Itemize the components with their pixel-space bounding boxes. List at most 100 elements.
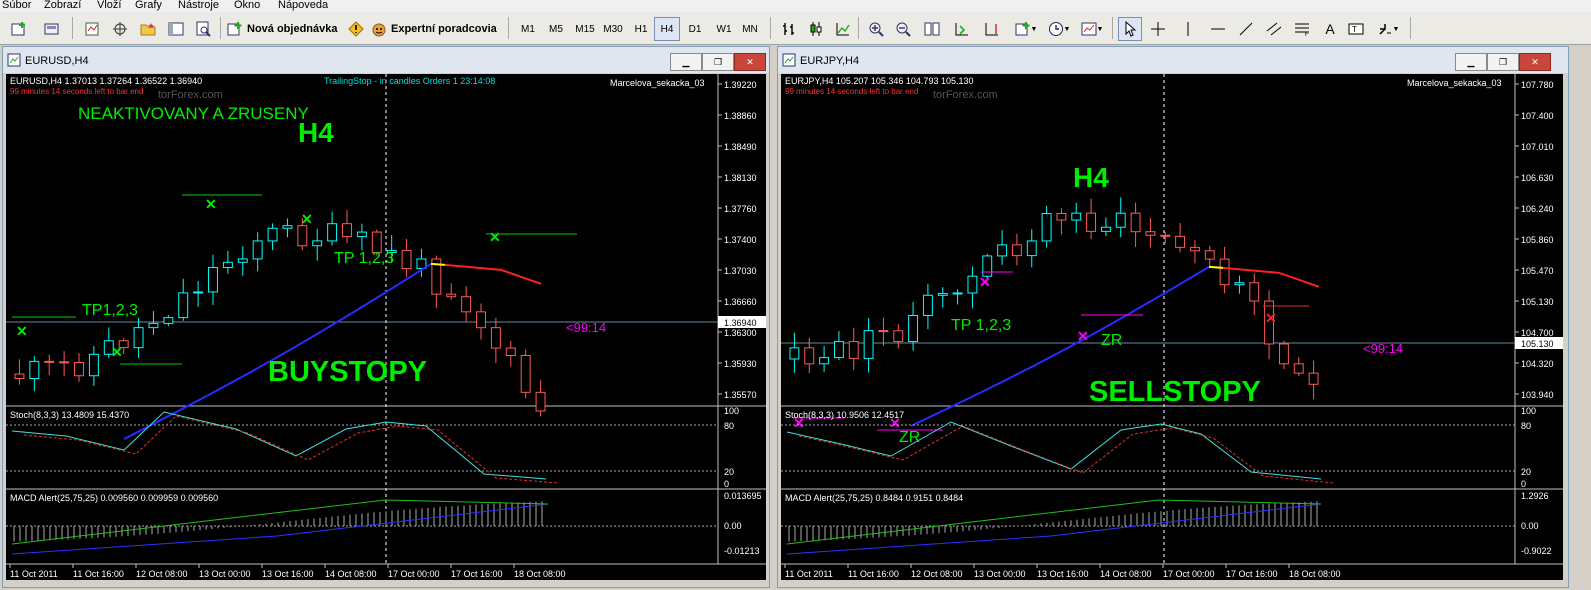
chart-shift-button[interactable] [980, 17, 1004, 41]
candle-body [520, 355, 531, 393]
strategy-tester-button[interactable] [192, 17, 216, 41]
cursor-tool-button[interactable] [1118, 17, 1142, 41]
stoch-label: Stoch(8,3,3) 13.4809 15.4370 [10, 410, 129, 420]
menu-insert[interactable]: Vloží [97, 0, 121, 11]
price-tick-label: 103.940 [1521, 390, 1554, 400]
candle-body [1293, 363, 1304, 374]
watermark: torForex.com [933, 89, 998, 101]
candle-body [44, 360, 55, 363]
maximize-button[interactable]: ❐ [702, 53, 734, 71]
candle-body [312, 240, 323, 247]
stoch-axis-label: 20 [1521, 467, 1531, 477]
tf-mn-button[interactable]: MN [736, 17, 764, 41]
close-button[interactable]: ✕ [1519, 53, 1551, 71]
text-tool-button[interactable]: A [1318, 17, 1342, 41]
text-label-button[interactable]: T [1344, 17, 1368, 41]
tf-d1-button[interactable]: D1 [682, 17, 708, 41]
tf-m1-button[interactable]: M1 [514, 17, 542, 41]
candle-body [1115, 212, 1126, 228]
close-button[interactable]: ✕ [734, 53, 766, 71]
vertical-line-button[interactable] [1176, 17, 1200, 41]
new-chart-button[interactable] [4, 17, 34, 41]
zoom-in-button[interactable] [864, 17, 888, 41]
tf-w1-button[interactable]: W1 [710, 17, 738, 41]
candle-body [297, 225, 308, 247]
navigator-button[interactable] [136, 17, 160, 41]
minimize-button[interactable]: ▁ [670, 53, 702, 71]
menu-charts[interactable]: Grafy [135, 0, 162, 11]
menu-view[interactable]: Zobrazí [44, 0, 81, 11]
order-cross-mark: ✕ [301, 211, 313, 227]
window-titlebar[interactable]: EURUSD,H4 ▁ ❐ ✕ [3, 47, 769, 73]
candle-body [490, 327, 501, 349]
time-tick-label: 18 Oct 08:00 [1289, 569, 1341, 579]
order-cross-mark: ✕ [16, 323, 28, 339]
auto-scroll-button[interactable] [950, 17, 974, 41]
line-chart-icon [836, 23, 850, 36]
candle-body [88, 353, 99, 377]
indicators-button[interactable]: ▼ [1010, 17, 1042, 41]
stoch-axis-label: 80 [1521, 421, 1531, 431]
fibonacci-button[interactable]: F [1290, 17, 1314, 41]
templates-button[interactable]: ▼ [1076, 17, 1108, 41]
dropdown-arrow-icon: ▼ [1030, 25, 1038, 33]
candle-body [819, 357, 830, 365]
new-chart-icon [11, 22, 25, 36]
equidistant-channel-button[interactable] [1262, 17, 1286, 41]
chart-window-eurjpy[interactable]: EURJPY,H4 ▁ ❐ ✕ 107.780 107.400 107.010 106… [777, 46, 1569, 588]
time-tick-label: 12 Oct 08:00 [911, 569, 963, 579]
candle-body [893, 330, 904, 343]
trendline-button[interactable] [1234, 17, 1258, 41]
arrows-button[interactable]: ▼ [1370, 17, 1406, 41]
tile-windows-button[interactable] [920, 17, 944, 41]
tf-m30-button[interactable]: M30 [598, 17, 628, 41]
profiles-button[interactable] [38, 17, 66, 41]
zoom-out-button[interactable] [891, 17, 915, 41]
candle-body [505, 347, 516, 357]
macd-label: MACD Alert(25,75,25) 0.8484 0.9151 0.848… [785, 493, 963, 503]
tf-h4-button[interactable]: H4 [654, 17, 680, 41]
menu-file[interactable]: Súbor [2, 0, 31, 11]
menu-bar: Súbor Zobrazí Vloží Grafy Nástroje Okno … [0, 0, 1591, 12]
svg-text:F: F [1305, 32, 1309, 37]
expert-advisors-button[interactable]: Expertní poradcovia [370, 17, 502, 41]
new-order-button[interactable]: Nová objednávka [226, 17, 344, 41]
order-cross-mark: ✕ [111, 344, 123, 360]
crosshair-tool-button[interactable] [1146, 17, 1170, 41]
tf-h1-button[interactable]: H1 [628, 17, 654, 41]
data-window-button[interactable] [108, 17, 132, 41]
candle-body [1189, 246, 1200, 252]
menu-tools[interactable]: Nástroje [178, 0, 219, 11]
tf-m5-button[interactable]: M5 [542, 17, 570, 41]
menu-help[interactable]: Nápoveda [278, 0, 328, 11]
candle-body [148, 322, 159, 329]
window-titlebar[interactable]: EURJPY,H4 ▁ ❐ ✕ [778, 47, 1568, 73]
candle-body [1145, 231, 1156, 236]
candle-chart-button[interactable] [804, 17, 828, 41]
dropdown-arrow-icon: ▼ [1063, 25, 1071, 33]
price-tick-label: 107.010 [1521, 142, 1554, 152]
chart-area-eurusd[interactable]: 1.39220 1.38860 1.38490 1.38130 1.37760 1.374… [6, 74, 766, 580]
terminal-button[interactable] [164, 17, 188, 41]
alert-button[interactable] [344, 17, 368, 41]
tf-m15-button[interactable]: M15 [570, 17, 600, 41]
minimize-button[interactable]: ▁ [1455, 53, 1487, 71]
chart-area-eurjpy[interactable]: 107.780 107.400 107.010 106.630 106.240 105.8… [781, 74, 1563, 580]
market-watch-button[interactable] [80, 17, 104, 41]
horizontal-line-icon [1211, 28, 1225, 30]
candle-body [1056, 213, 1067, 221]
bar-chart-button[interactable] [777, 17, 801, 41]
time-tick-label: 12 Oct 08:00 [136, 569, 188, 579]
horizontal-line-button[interactable] [1206, 17, 1230, 41]
line-chart-button[interactable] [831, 17, 855, 41]
macd-axis-label: -0.9022 [1521, 546, 1552, 556]
candle-body [446, 293, 457, 298]
candle-body [282, 225, 293, 229]
candle-body [461, 296, 472, 313]
maximize-button[interactable]: ❐ [1487, 53, 1519, 71]
periods-button[interactable]: ▼ [1044, 17, 1074, 41]
menu-window[interactable]: Okno [234, 0, 260, 11]
stoch-axis-label: 0 [724, 479, 729, 489]
macd-axis-label: 0.00 [1521, 521, 1539, 531]
chart-window-eurusd[interactable]: EURUSD,H4 ▁ ❐ ✕ 1.39220 1.38860 1.38490 1.3… [2, 46, 770, 588]
